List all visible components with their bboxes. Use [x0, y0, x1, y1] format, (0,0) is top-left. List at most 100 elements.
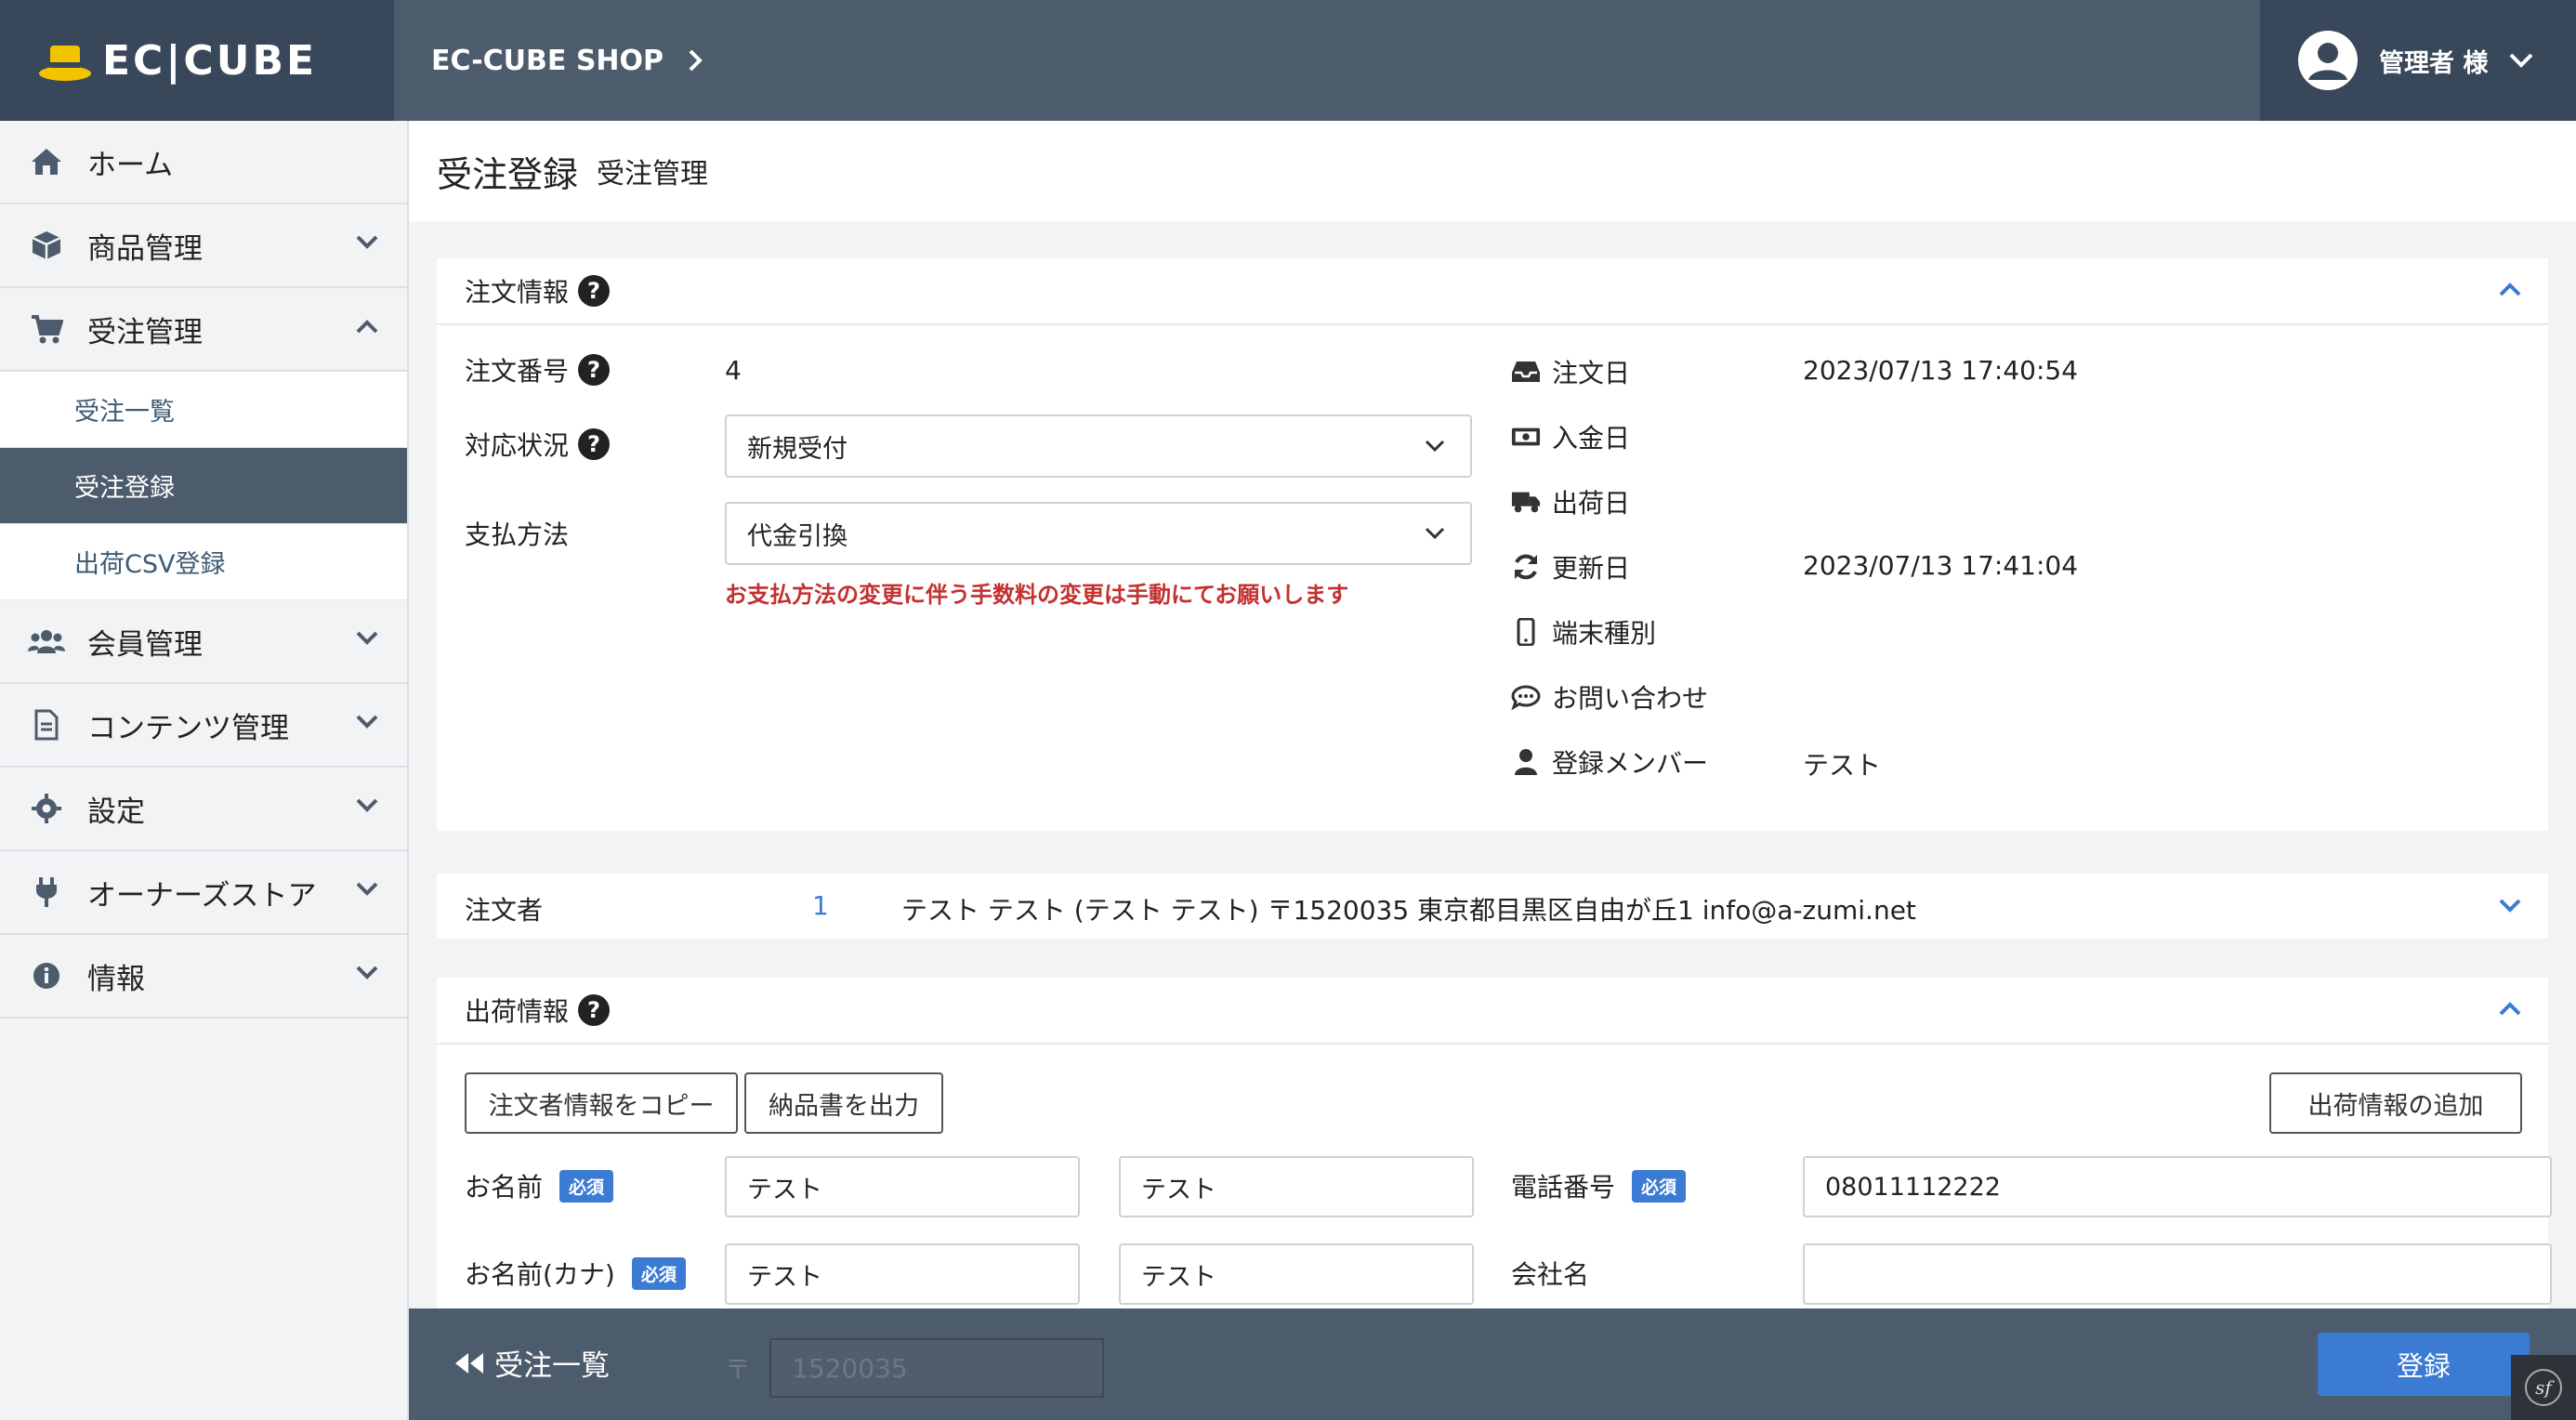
order-info-card: 注文情報 ? 注文番号 ? 4 対応状況 ? 新規受付 支払方法 代金引換 お支… — [437, 258, 2548, 831]
chevron-down-icon — [356, 235, 378, 249]
sidebar-item-label: 情報 — [87, 962, 145, 996]
sidebar-item-contents[interactable]: コンテンツ管理 — [0, 684, 407, 768]
sidebar-subitem-shipping-csv[interactable]: 出荷CSV登録 — [0, 524, 407, 600]
payment-label-text: 支払方法 — [465, 519, 570, 550]
delivery-note-button[interactable]: 納品書を出力 — [744, 1072, 943, 1134]
sidebar-item-label: コンテンツ管理 — [87, 711, 289, 745]
shop-link[interactable]: EC-CUBE SHOP — [431, 0, 703, 121]
customer-id-link[interactable]: 1 — [812, 890, 829, 921]
copy-customer-button[interactable]: 注文者情報をコピー — [465, 1072, 738, 1134]
order-info-title: 注文情報 — [465, 277, 570, 308]
brand-text: EC|CUBE — [102, 36, 318, 85]
payment-date-label-text: 入金日 — [1552, 423, 1631, 454]
shipping-date-label: 出荷日 — [1511, 483, 1630, 520]
update-date-label-text: 更新日 — [1552, 553, 1631, 584]
chevron-down-icon — [356, 966, 378, 980]
payment-select[interactable]: 代金引換 — [725, 502, 1472, 565]
chevron-down-icon — [356, 882, 378, 896]
required-badge: 必須 — [1632, 1169, 1687, 1203]
sidebar: ホーム 商品管理 受注管理 受注一覧 受注登録 出荷CSV登録 会員管理 コンテ… — [0, 121, 409, 1420]
plug-icon — [28, 874, 65, 911]
device-label-text: 端末種別 — [1552, 618, 1657, 649]
help-icon[interactable]: ? — [578, 354, 611, 386]
help-icon[interactable]: ? — [578, 275, 611, 307]
order-date-label-text: 注文日 — [1552, 358, 1631, 388]
chevron-down-icon — [1425, 440, 1445, 453]
page-subtitle: 受注管理 — [597, 158, 709, 191]
box-icon — [28, 227, 65, 264]
customer-card[interactable]: 注文者 1 テスト テスト (テスト テスト) 〒1520035 東京都目黒区自… — [437, 874, 2548, 939]
brand-area[interactable]: EC|CUBE — [0, 0, 394, 121]
update-date-value: 2023/07/13 17:41:04 — [1803, 550, 2079, 581]
required-badge: 必須 — [559, 1169, 614, 1203]
first-name-input[interactable]: テスト — [1119, 1156, 1474, 1217]
sidebar-item-label: ホーム — [87, 148, 174, 182]
sidebar-item-owners-store[interactable]: オーナーズストア — [0, 851, 407, 935]
backward-icon — [455, 1352, 483, 1374]
sidebar-item-info[interactable]: 情報 — [0, 935, 407, 1019]
back-to-order-list[interactable]: 受注一覧 — [453, 1342, 610, 1384]
device-label: 端末種別 — [1511, 613, 1656, 651]
footer-bar: 〒 1520035 受注一覧 登録 sf — [409, 1308, 2576, 1420]
order-date-label: 注文日 — [1511, 353, 1630, 390]
user-avatar-icon — [2298, 31, 2358, 90]
phone-input[interactable]: 08011112222 — [1803, 1156, 2552, 1217]
symfony-toolbar-icon[interactable]: sf — [2511, 1355, 2576, 1420]
payment-warning: お支払方法の変更に伴う手数料の変更は手動にてお願いします — [725, 582, 1349, 608]
inquiry-label: お問い合わせ — [1511, 678, 1708, 716]
sidebar-item-label: 設定 — [87, 795, 145, 829]
status-select[interactable]: 新規受付 — [725, 414, 1472, 478]
money-icon — [1511, 422, 1541, 452]
sidebar-item-home[interactable]: ホーム — [0, 121, 407, 204]
last-name-input[interactable]: テスト — [725, 1156, 1080, 1217]
svg-text:sf: sf — [2535, 1376, 2555, 1399]
company-label: 会社名 — [1511, 1255, 1589, 1292]
sidebar-subitem-order-register[interactable]: 受注登録 — [0, 448, 407, 524]
truck-icon — [1511, 487, 1541, 517]
kana-first-input[interactable]: テスト — [1119, 1243, 1474, 1305]
sidebar-item-label: 会員管理 — [87, 627, 203, 662]
kana-last-input[interactable]: テスト — [725, 1243, 1080, 1305]
chevron-right-icon — [689, 49, 703, 72]
back-label: 受注一覧 — [494, 1349, 610, 1383]
refresh-icon — [1511, 552, 1541, 582]
status-label-text: 対応状況 — [465, 430, 570, 461]
kana-label: お名前(カナ) 必須 — [465, 1255, 686, 1292]
save-button[interactable]: 登録 — [2318, 1333, 2530, 1396]
customer-summary: テスト テスト (テスト テスト) 〒1520035 東京都目黒区自由が丘1 i… — [901, 895, 1916, 926]
order-number-label-text: 注文番号 — [465, 356, 570, 387]
sidebar-item-products[interactable]: 商品管理 — [0, 204, 407, 288]
phone-label: 電話番号 必須 — [1511, 1167, 1687, 1204]
user-icon — [1511, 747, 1541, 777]
sidebar-item-settings[interactable]: 設定 — [0, 768, 407, 851]
order-number-value: 4 — [725, 355, 742, 386]
chevron-down-icon — [356, 715, 378, 729]
shipping-date-label-text: 出荷日 — [1552, 488, 1631, 519]
cart-icon — [28, 310, 65, 348]
company-input[interactable] — [1803, 1243, 2552, 1305]
add-shipping-button[interactable]: 出荷情報の追加 — [2269, 1072, 2522, 1134]
cube-hat-icon — [39, 46, 91, 81]
help-icon[interactable]: ? — [578, 994, 611, 1026]
name-label-text: お名前 — [465, 1172, 544, 1203]
sidebar-item-orders[interactable]: 受注管理 — [0, 288, 407, 372]
sidebar-item-members[interactable]: 会員管理 — [0, 600, 407, 684]
home-icon — [28, 143, 65, 180]
chevron-up-icon[interactable] — [2498, 281, 2522, 297]
chevron-up-icon[interactable] — [2498, 1000, 2522, 1017]
sidebar-item-label: 商品管理 — [87, 231, 203, 266]
chevron-down-icon — [356, 631, 378, 645]
member-value: テスト — [1803, 750, 1882, 781]
user-menu[interactable]: 管理者 様 — [2260, 0, 2576, 121]
shipping-header[interactable]: 出荷情報 ? — [437, 978, 2548, 1045]
sidebar-item-label: オーナーズストア — [87, 878, 317, 913]
status-select-value: 新規受付 — [747, 434, 848, 464]
help-icon[interactable]: ? — [578, 428, 611, 460]
sidebar-subitem-order-list[interactable]: 受注一覧 — [0, 372, 407, 448]
payment-date-label: 入金日 — [1511, 418, 1630, 455]
order-info-header[interactable]: 注文情報 ? — [437, 258, 2548, 325]
chevron-down-icon[interactable] — [2498, 898, 2522, 914]
top-header: EC|CUBE EC-CUBE SHOP 管理者 様 — [0, 0, 2576, 121]
zip-input[interactable]: 1520035 — [769, 1338, 1104, 1398]
required-badge: 必須 — [631, 1256, 686, 1290]
